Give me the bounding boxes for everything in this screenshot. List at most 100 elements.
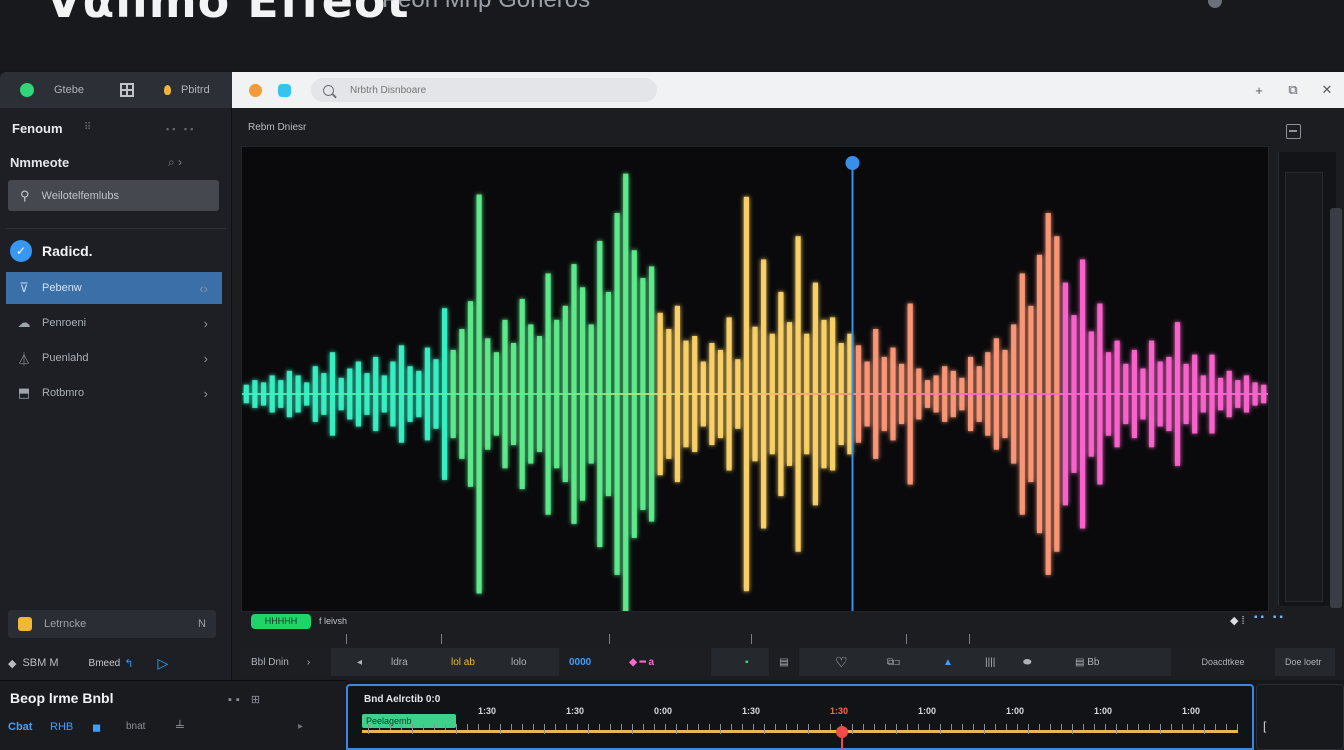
timeline-tick [731, 724, 732, 730]
sidebar-header: Fenoum [12, 121, 63, 136]
flame-icon [163, 85, 171, 95]
toolbar-menu-label[interactable]: Pbitrd [181, 84, 210, 96]
restore-icon[interactable]: ⧉ [1276, 82, 1310, 98]
sidebar-bottom-label[interactable]: SBM M [22, 657, 58, 669]
timeline-time-label: 1:30 [742, 706, 761, 716]
waveform-visualizer[interactable] [241, 146, 1269, 612]
timeline-tick [456, 724, 457, 734]
control-c3[interactable]: lolo [511, 648, 527, 676]
timeline-track[interactable]: Bnd Aelrctib 0:0 Peelagemb 1:30 1:30 0:00 1… [346, 684, 1288, 750]
timeline-icons[interactable]: ▪▪ ⊞ [228, 693, 264, 706]
timeline-tick [995, 724, 996, 730]
timeline-tick [1028, 724, 1029, 734]
sidebar-item-0[interactable]: ⊽ Pebenw ‹› [6, 272, 222, 304]
search-input[interactable] [350, 84, 630, 96]
timeline-tab-e[interactable]: ╧ [176, 721, 184, 733]
sidebar-item-1[interactable]: ☁ Penroeni › [6, 307, 222, 339]
redo-icon[interactable]: ↰ [124, 657, 133, 670]
timeline-tick [973, 724, 974, 730]
control-c9[interactable]: ⧉⊐ [887, 648, 900, 676]
control-c13[interactable]: ▤ Bb [1075, 648, 1099, 676]
timecode-display[interactable]: 0000 ◆ ━ a [559, 648, 711, 676]
search-icon [323, 84, 334, 96]
timeline-tick [467, 724, 468, 730]
app-menu-label[interactable]: Gtebe [54, 84, 84, 96]
ruler-tick [346, 634, 347, 644]
playhead-knob[interactable] [845, 156, 860, 170]
sidebar-item-3[interactable]: ⬒ Rotbmro › [6, 377, 222, 409]
close-icon[interactable]: ✕ [1310, 82, 1344, 98]
sidebar-footer-item[interactable]: Letrncke N [8, 610, 216, 638]
timeline-tab-d[interactable]: bnat [126, 721, 145, 732]
clip-chip[interactable]: Peelagemb [362, 714, 456, 728]
timeline-tick [676, 724, 677, 734]
record-dot-icon[interactable] [249, 83, 262, 97]
cloud-icon[interactable]: ⬬ [1023, 648, 1032, 676]
timeline-tick [511, 724, 512, 730]
timeline-tick [698, 724, 699, 730]
drag-handle-icon[interactable]: ⠿ [84, 122, 91, 133]
control-c6[interactable]: ▪ [745, 648, 749, 676]
minimize-icon[interactable] [1286, 124, 1301, 139]
timeline-tick [885, 724, 886, 730]
sidebar-bottom-label2[interactable]: Bmeed [89, 658, 121, 669]
timeline-tick [1193, 724, 1194, 730]
timeline-tab-a[interactable]: Cbat [8, 721, 32, 733]
timeline-tick [390, 724, 391, 730]
level-chip[interactable]: HHHHH [251, 614, 311, 629]
timeline-tick [764, 724, 765, 734]
keyframe-icon: ◆ ━ a [629, 656, 655, 668]
heart-icon[interactable]: ♡ [835, 648, 848, 676]
timeline-tick [852, 724, 853, 734]
level-meter-icon[interactable]: |||| [985, 648, 995, 676]
grid-icon[interactable] [119, 83, 134, 97]
chevron-right-icon: › [203, 315, 208, 331]
timeline-tick [1237, 724, 1238, 730]
timeline-tick [797, 724, 798, 730]
timeline-tab-c[interactable]: ◼ [92, 721, 101, 734]
timeline-tick [1149, 724, 1150, 730]
add-icon[interactable]: + [1242, 83, 1276, 98]
section-nav-icons[interactable]: ⌕ › [168, 155, 182, 170]
timeline-tick [577, 724, 578, 730]
controls-left-label[interactable]: Bbl Dnin › [241, 648, 331, 676]
timeline-tick [368, 724, 369, 734]
timeline-tab-b[interactable]: RHB [50, 721, 73, 733]
mini-ruler-label: f leivsh [319, 616, 348, 626]
ruler-tick [969, 634, 970, 644]
window-square-icon[interactable] [278, 83, 291, 97]
timeline-tick [720, 724, 721, 734]
sidebar-group[interactable]: ✓ Radicd. [10, 240, 93, 262]
control-c7[interactable]: ▤ [769, 648, 799, 676]
timeline-tick [874, 724, 875, 730]
timeline-time-label: 1:30 [830, 706, 849, 716]
sidebar-search[interactable]: ⚲ Weilotelfemlubs [8, 180, 219, 211]
prev-icon[interactable]: ◂ [357, 648, 362, 676]
marker-icon[interactable]: ▲ [943, 648, 953, 676]
scrollbar[interactable] [1330, 208, 1342, 608]
ruler-tick [751, 634, 752, 644]
timeline-tick [379, 724, 380, 730]
mini-ruler: HHHHH f leivsh [241, 614, 1269, 644]
sidebar-item-2[interactable]: ⏃ Puenlahd › [6, 342, 222, 374]
editor-panel: Rebm Dniesr HHHHH f leivsh ◆ ⁞ ▪▪ ▪▪ Bbl… [232, 108, 1344, 680]
search-bar[interactable] [311, 78, 657, 102]
control-c2[interactable]: lol ab [451, 648, 475, 676]
diamond-menu-icon[interactable]: ◆ ⁞ [1230, 614, 1245, 627]
control-c14[interactable]: Doacdtkee [1171, 648, 1275, 676]
sidebar-search-label: Weilotelfemlubs [41, 189, 119, 202]
timeline-title: Beop lrme Bnbl [10, 690, 114, 706]
waveform-chart[interactable] [242, 147, 1268, 611]
play-icon[interactable]: ▷ [157, 655, 168, 672]
timeline-tick [709, 724, 710, 730]
view-toggle-icons[interactable]: ▪▪ ▪▪ [1254, 612, 1286, 623]
timeline-tick [500, 724, 501, 734]
sidebar-header-icons[interactable]: ▪▪ ▪▪ [166, 124, 196, 134]
timeline-tab-f[interactable]: ▸ [298, 721, 303, 732]
control-c15[interactable]: Doe loetr [1285, 648, 1322, 676]
timeline-tick [621, 724, 622, 730]
control-c1[interactable]: ldra [391, 648, 408, 676]
collapse-icon[interactable]: N [198, 618, 206, 630]
timeline-tick [830, 724, 831, 730]
sidebar-bottom-bar: ◆ SBM M Bmeed ↰ ▷ [8, 652, 224, 674]
